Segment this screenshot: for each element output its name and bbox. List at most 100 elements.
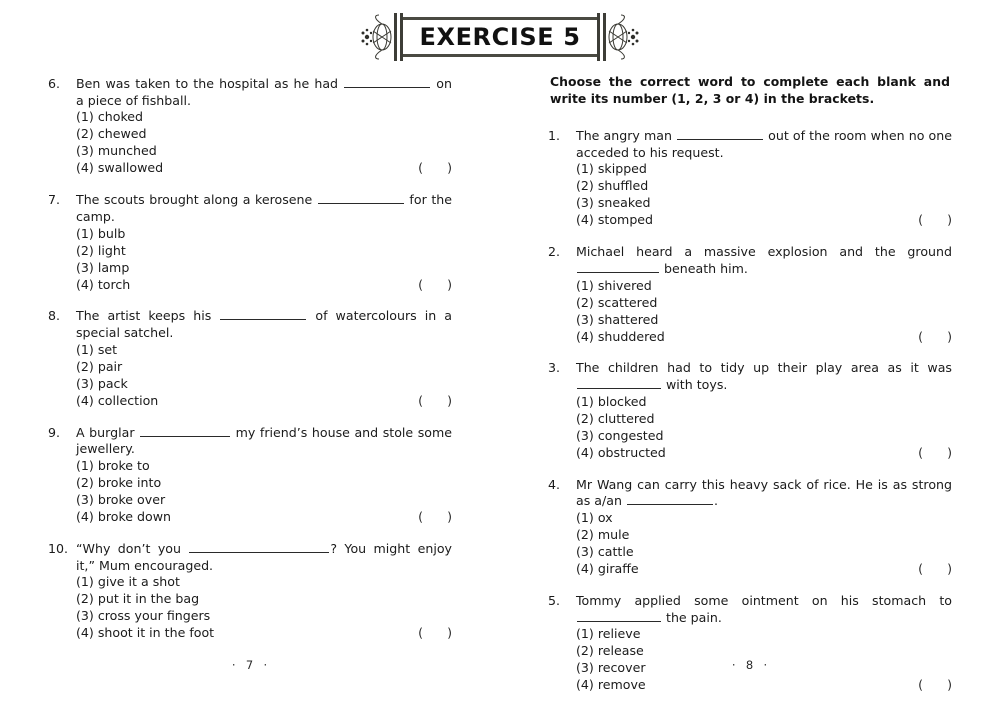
exercise-banner: EXERCISE 5 <box>0 12 1000 62</box>
stem-text-before-blank: Michael heard a massive explosion and th… <box>576 244 952 260</box>
option-label: (4) collection <box>76 392 159 408</box>
answer-blank[interactable] <box>577 610 661 622</box>
stem-text-after-blank: . <box>713 493 718 509</box>
option-item[interactable]: (3) munched <box>76 143 452 160</box>
option-item[interactable]: (3) cattle <box>576 544 952 561</box>
option-item[interactable]: (1) broke to <box>76 458 452 475</box>
option-item[interactable]: (2) light <box>76 243 452 260</box>
answer-bracket[interactable]: ( ) <box>918 329 952 346</box>
question-body: Mr Wang can carry this heavy sack of ric… <box>576 477 952 578</box>
question-body: Michael heard a massive explosion and th… <box>576 244 952 345</box>
option-item[interactable]: (4) stomped ( ) <box>576 212 952 229</box>
option-label: (4) broke down <box>76 508 172 524</box>
answer-bracket[interactable]: ( ) <box>918 561 952 578</box>
option-item[interactable]: (2) scattered <box>576 295 952 312</box>
option-item[interactable]: (4) collection ( ) <box>76 393 452 410</box>
option-item[interactable]: (3) shattered <box>576 312 952 329</box>
option-item[interactable]: (3) pack <box>76 376 452 393</box>
option-item[interactable]: (1) relieve <box>576 626 952 643</box>
option-item[interactable]: (4) obstructed ( ) <box>576 445 952 462</box>
option-label: (3) sneaked <box>576 195 651 211</box>
option-item[interactable]: (3) cross your fingers <box>76 608 452 625</box>
option-item[interactable]: (3) sneaked <box>576 195 952 212</box>
option-item[interactable]: (1) skipped <box>576 161 952 178</box>
stem-text-before-blank: Tommy applied some ointment on his stoma… <box>576 592 952 608</box>
option-label: (4) torch <box>76 276 131 292</box>
answer-blank[interactable] <box>317 193 404 205</box>
option-label: (3) cross your fingers <box>76 608 211 624</box>
option-label: (1) relieve <box>576 626 641 642</box>
question-stem: The scouts brought along a kerosene for … <box>76 192 452 225</box>
option-item[interactable]: (4) broke down ( ) <box>76 509 452 526</box>
option-item[interactable]: (1) shivered <box>576 278 952 295</box>
option-item[interactable]: (2) mule <box>576 527 952 544</box>
answer-bracket[interactable]: ( ) <box>418 160 452 177</box>
option-label: (2) pair <box>76 358 123 374</box>
option-item[interactable]: (3) broke over <box>76 492 452 509</box>
option-item[interactable]: (1) blocked <box>576 394 952 411</box>
question-body: Ben was taken to the hospital as he had … <box>76 76 452 177</box>
option-item[interactable]: (4) remove ( ) <box>576 677 952 694</box>
answer-bracket[interactable]: ( ) <box>918 445 952 462</box>
answer-blank[interactable] <box>189 541 330 553</box>
answer-bracket[interactable]: ( ) <box>918 677 952 694</box>
banner-post-right <box>596 13 606 61</box>
option-item[interactable]: (1) bulb <box>76 226 452 243</box>
question-number: 5. <box>548 592 561 608</box>
question-number: 1. <box>548 128 561 143</box>
stem-text-before-blank: The children had to tidy up their play a… <box>576 360 952 376</box>
option-item[interactable]: (4) swallowed ( ) <box>76 160 452 177</box>
option-item[interactable]: (1) choked <box>76 109 452 126</box>
answer-blank[interactable] <box>626 494 713 506</box>
question-stem: Tommy applied some ointment on his stoma… <box>576 593 952 626</box>
answer-blank[interactable] <box>140 425 231 437</box>
option-label: (4) swallowed <box>76 160 164 176</box>
option-label: (2) chewed <box>76 126 147 142</box>
option-item[interactable]: (4) shoot it in the foot ( ) <box>76 625 452 642</box>
option-label: (2) put it in the bag <box>76 591 200 607</box>
answer-bracket[interactable]: ( ) <box>918 212 952 229</box>
stem-text-before-blank: The angry man <box>576 128 677 143</box>
answer-blank[interactable] <box>220 309 307 321</box>
option-item[interactable]: (4) shuddered ( ) <box>576 329 952 346</box>
stem-text-after-blank: beneath him. <box>660 260 748 276</box>
instructions-text: Choose the correct word to complete each… <box>550 74 950 106</box>
option-item[interactable]: (2) cluttered <box>576 411 952 428</box>
answer-bracket[interactable]: ( ) <box>418 625 452 642</box>
option-label: (2) scattered <box>576 294 658 310</box>
option-item[interactable]: (3) congested <box>576 428 952 445</box>
option-item[interactable]: (4) giraffe ( ) <box>576 561 952 578</box>
option-item[interactable]: (1) set <box>76 342 452 359</box>
option-item[interactable]: (3) lamp <box>76 260 452 277</box>
option-item[interactable]: (2) put it in the bag <box>76 591 452 608</box>
option-label: (4) shuddered <box>576 328 665 344</box>
answer-bracket[interactable]: ( ) <box>418 393 452 410</box>
answer-blank[interactable] <box>344 76 431 88</box>
option-label: (3) munched <box>76 143 157 159</box>
option-item[interactable]: (2) broke into <box>76 475 452 492</box>
option-item[interactable]: (1) give it a shot <box>76 574 452 591</box>
stem-text-before-blank: The scouts brought along a kerosene <box>76 192 317 208</box>
option-label: (1) give it a shot <box>76 574 180 590</box>
option-label: (3) shattered <box>576 311 659 327</box>
answer-blank[interactable] <box>577 378 661 390</box>
answer-blank[interactable] <box>577 261 659 273</box>
option-item[interactable]: (2) pair <box>76 359 452 376</box>
option-list: (1) skipped (2) shuffled (3) sneaked (4) st… <box>576 161 952 229</box>
page-title: EXERCISE 5 <box>419 23 581 51</box>
option-item[interactable]: (4) torch ( ) <box>76 277 452 294</box>
answer-blank[interactable] <box>677 128 764 140</box>
option-item[interactable]: (2) shuffled <box>576 178 952 195</box>
question-number: 4. <box>548 476 561 492</box>
answer-bracket[interactable]: ( ) <box>418 509 452 526</box>
option-label: (4) stomped <box>576 212 654 228</box>
question-item: 7. The scouts brought along a kerosene fo… <box>48 192 452 293</box>
question-number: 3. <box>548 360 561 376</box>
question-number: 6. <box>48 76 61 91</box>
option-item[interactable]: (1) ox <box>576 510 952 527</box>
option-label: (1) choked <box>76 109 144 125</box>
option-item[interactable]: (2) chewed <box>76 126 452 143</box>
question-stem: The artist keeps his of watercolours in … <box>76 308 452 341</box>
answer-bracket[interactable]: ( ) <box>418 277 452 294</box>
question-item: 2. Michael heard a massive explosion and … <box>548 244 952 345</box>
